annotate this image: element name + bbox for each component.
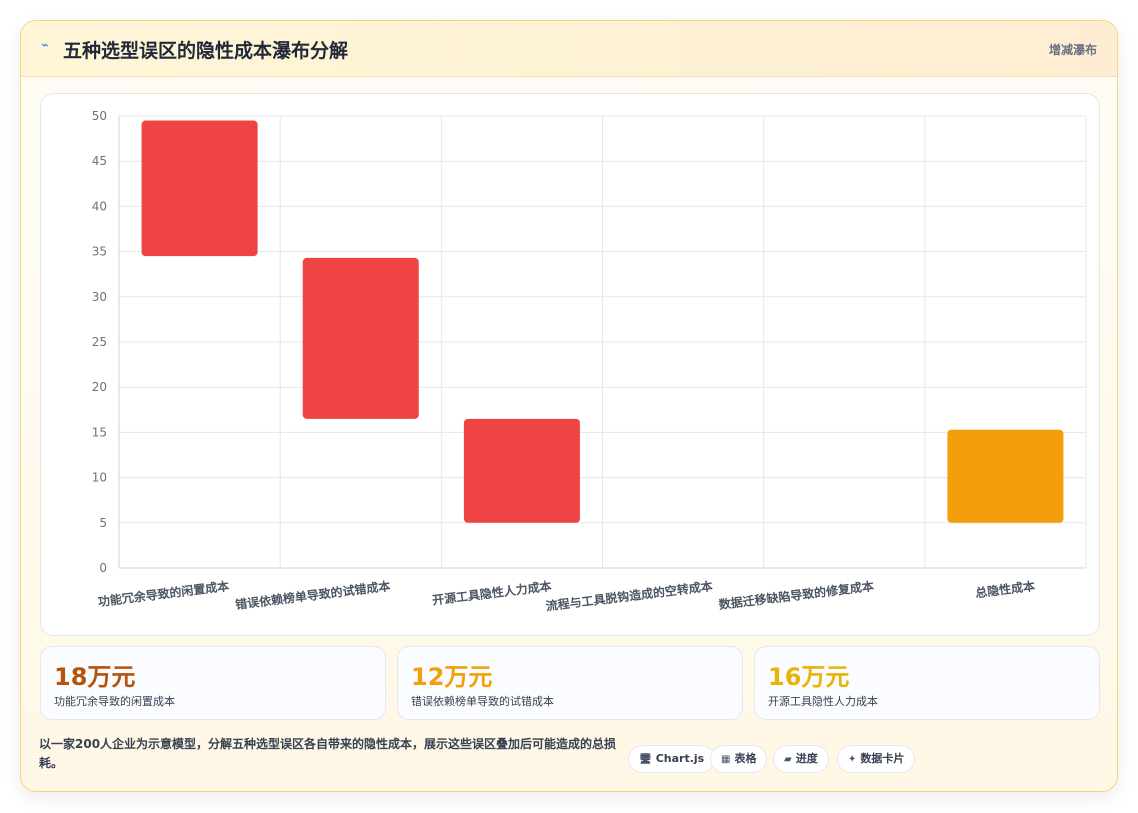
chart-card: ⌁ 五种选型误区的隐性成本瀑布分解 增减瀑布 0 5 10 15 20 25 30 35 40 4… [20,20,1118,792]
kpi-label: 功能冗余导致的闲置成本 [54,695,175,708]
y-tick-label: 50 [92,109,107,123]
kpi-value: 16万元 [768,663,850,691]
tag-label: 进度 [795,752,818,765]
waterfall-bar[interactable] [463,418,580,523]
y-tick-label: 30 [92,290,107,304]
trend-icon: ⌁ [41,38,49,53]
y-tick-label: 0 [99,561,107,575]
y-tick-label: 15 [92,425,107,439]
progress-icon: ▰ [784,754,792,765]
x-tick-label: 开源工具隐性人力成本 [431,578,552,608]
kpi-card: 16万元 开源工具隐性人力成本 [754,646,1100,720]
kpi-row: 18万元 功能冗余导致的闲置成本 12万元 错误依赖榜单导致的试错成本 16万元… [40,646,1100,720]
page-title: 五种选型误区的隐性成本瀑布分解 [63,40,349,62]
kpi-value: 18万元 [54,663,136,691]
card-header: ⌁ 五种选型误区的隐性成本瀑布分解 增减瀑布 [21,21,1117,77]
waterfall-bar[interactable] [302,257,419,419]
y-tick-label: 20 [92,380,107,394]
y-tick-label: 40 [92,199,107,213]
tag-label: Chart.js [655,752,705,765]
x-tick-label: 功能冗余导致的闲置成本 [97,578,230,609]
y-tick-label: 5 [99,516,107,530]
kpi-card: 12万元 错误依赖榜单导致的试错成本 [397,646,743,720]
tag-table[interactable]: ▦ 表格 [710,745,768,773]
kpi-card: 18万元 功能冗余导致的闲置成本 [40,646,386,720]
chart-description: 以一家200人企业为示意模型，分解五种选型误区各自带来的隐性成本，展示这些误区叠… [39,737,617,770]
chart-container: 0 5 10 15 20 25 30 35 40 45 50 功能冗余导致的闲置成本 错误依赖榜单导致的… [40,93,1100,636]
x-tick-label: 数据迁移缺陷导致的修复成本 [718,578,875,612]
sparkle-icon: ✦ [848,754,857,765]
tag-data-card[interactable]: ✦ 数据卡片 [837,745,916,773]
y-tick-label: 10 [92,471,107,485]
y-tick-label: 35 [92,245,107,259]
table-icon: ▦ [721,754,731,765]
x-tick-label: 错误依赖榜单导致的试错成本 [234,578,391,612]
monitor-icon: 🖥 [639,754,652,765]
y-tick-label: 25 [92,335,107,349]
waterfall-bar[interactable] [947,429,1064,523]
y-tick-label: 45 [92,154,107,168]
tag-chartjs[interactable]: 🖥 Chart.js [628,745,716,773]
chart-type-badge: 增减瀑布 [1048,43,1097,57]
kpi-label: 开源工具隐性人力成本 [768,695,878,708]
x-tick-label: 流程与工具脱钩造成的空转成本 [545,578,714,613]
waterfall-bar[interactable] [141,120,258,257]
kpi-value: 12万元 [411,663,493,691]
tag-progress[interactable]: ▰ 进度 [773,745,829,773]
kpi-label: 错误依赖榜单导致的试错成本 [411,695,554,708]
tag-label: 数据卡片 [860,752,905,765]
waterfall-chart: 0 5 10 15 20 25 30 35 40 45 50 功能冗余导致的闲置成本 错误依赖榜单导致的… [92,109,1087,613]
x-tick-label: 总隐性成本 [974,578,1035,600]
tag-label: 表格 [734,752,757,765]
